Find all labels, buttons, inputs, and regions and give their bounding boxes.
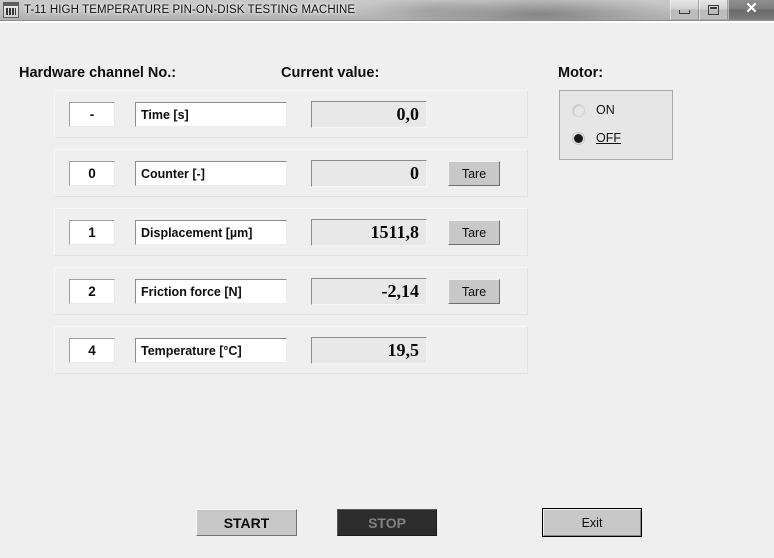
channel-value-display: 0 [311, 160, 427, 187]
motor-radio-off[interactable]: OFF [572, 131, 621, 145]
channel-row: 4 Temperature [°C] 19,5 [54, 326, 528, 374]
channel-row: - Time [s] 0,0 [54, 90, 528, 138]
minimize-button[interactable] [670, 0, 699, 20]
start-button[interactable]: START [196, 509, 297, 536]
close-icon: ✕ [745, 0, 758, 17]
window-title-bar[interactable]: T-11 HIGH TEMPERATURE PIN-ON-DISK TESTIN… [0, 0, 774, 21]
app-window-chart-icon [3, 2, 19, 18]
window-controls: ✕ [670, 0, 774, 20]
channel-name-field[interactable]: Temperature [°C] [135, 338, 287, 363]
main-panel: Hardware channel No.: Current value: Mot… [0, 21, 774, 558]
motor-on-label: ON [596, 103, 615, 117]
motor-header: Motor: [558, 65, 604, 81]
motor-radio-on[interactable]: ON [572, 103, 615, 117]
channel-number-field[interactable]: 0 [69, 161, 115, 186]
hardware-channel-header: Hardware channel No.: [19, 65, 177, 81]
channel-row: 1 Displacement [µm] 1511,8 Tare [54, 208, 528, 256]
channel-number-field[interactable]: 4 [69, 338, 115, 363]
current-value-header: Current value: [281, 65, 380, 81]
motor-group-box: ON OFF [559, 90, 673, 160]
radio-selected-icon [572, 131, 585, 145]
channel-number-field[interactable]: - [69, 102, 115, 127]
channel-name-field[interactable]: Displacement [µm] [135, 220, 287, 245]
channel-name-field[interactable]: Friction force [N] [135, 279, 287, 304]
tare-button[interactable]: Tare [448, 220, 500, 245]
exit-button[interactable]: Exit [542, 508, 642, 537]
window-title: T-11 HIGH TEMPERATURE PIN-ON-DISK TESTIN… [24, 4, 356, 16]
motor-off-label: OFF [596, 131, 621, 145]
channel-number-field[interactable]: 1 [69, 220, 115, 245]
channel-name-field[interactable]: Counter [-] [135, 161, 287, 186]
tare-button[interactable]: Tare [448, 279, 500, 304]
channel-list: - Time [s] 0,0 0 Counter [-] 0 Tare 1 Di… [54, 90, 528, 385]
channel-name-field[interactable]: Time [s] [135, 102, 287, 127]
close-button[interactable]: ✕ [728, 0, 774, 20]
tare-button[interactable]: Tare [448, 161, 500, 186]
channel-value-display: 19,5 [311, 337, 427, 364]
maximize-icon [708, 4, 719, 15]
radio-unselected-icon [572, 103, 585, 117]
channel-value-display: 0,0 [311, 101, 427, 128]
channel-row: 0 Counter [-] 0 Tare [54, 149, 528, 197]
channel-row: 2 Friction force [N] -2,14 Tare [54, 267, 528, 315]
maximize-button[interactable] [699, 0, 728, 20]
exit-button-label: Exit [543, 509, 641, 536]
channel-value-display: 1511,8 [311, 219, 427, 246]
channel-value-display: -2,14 [311, 278, 427, 305]
minimize-icon [679, 10, 690, 14]
stop-button: STOP [337, 509, 437, 536]
channel-number-field[interactable]: 2 [69, 279, 115, 304]
